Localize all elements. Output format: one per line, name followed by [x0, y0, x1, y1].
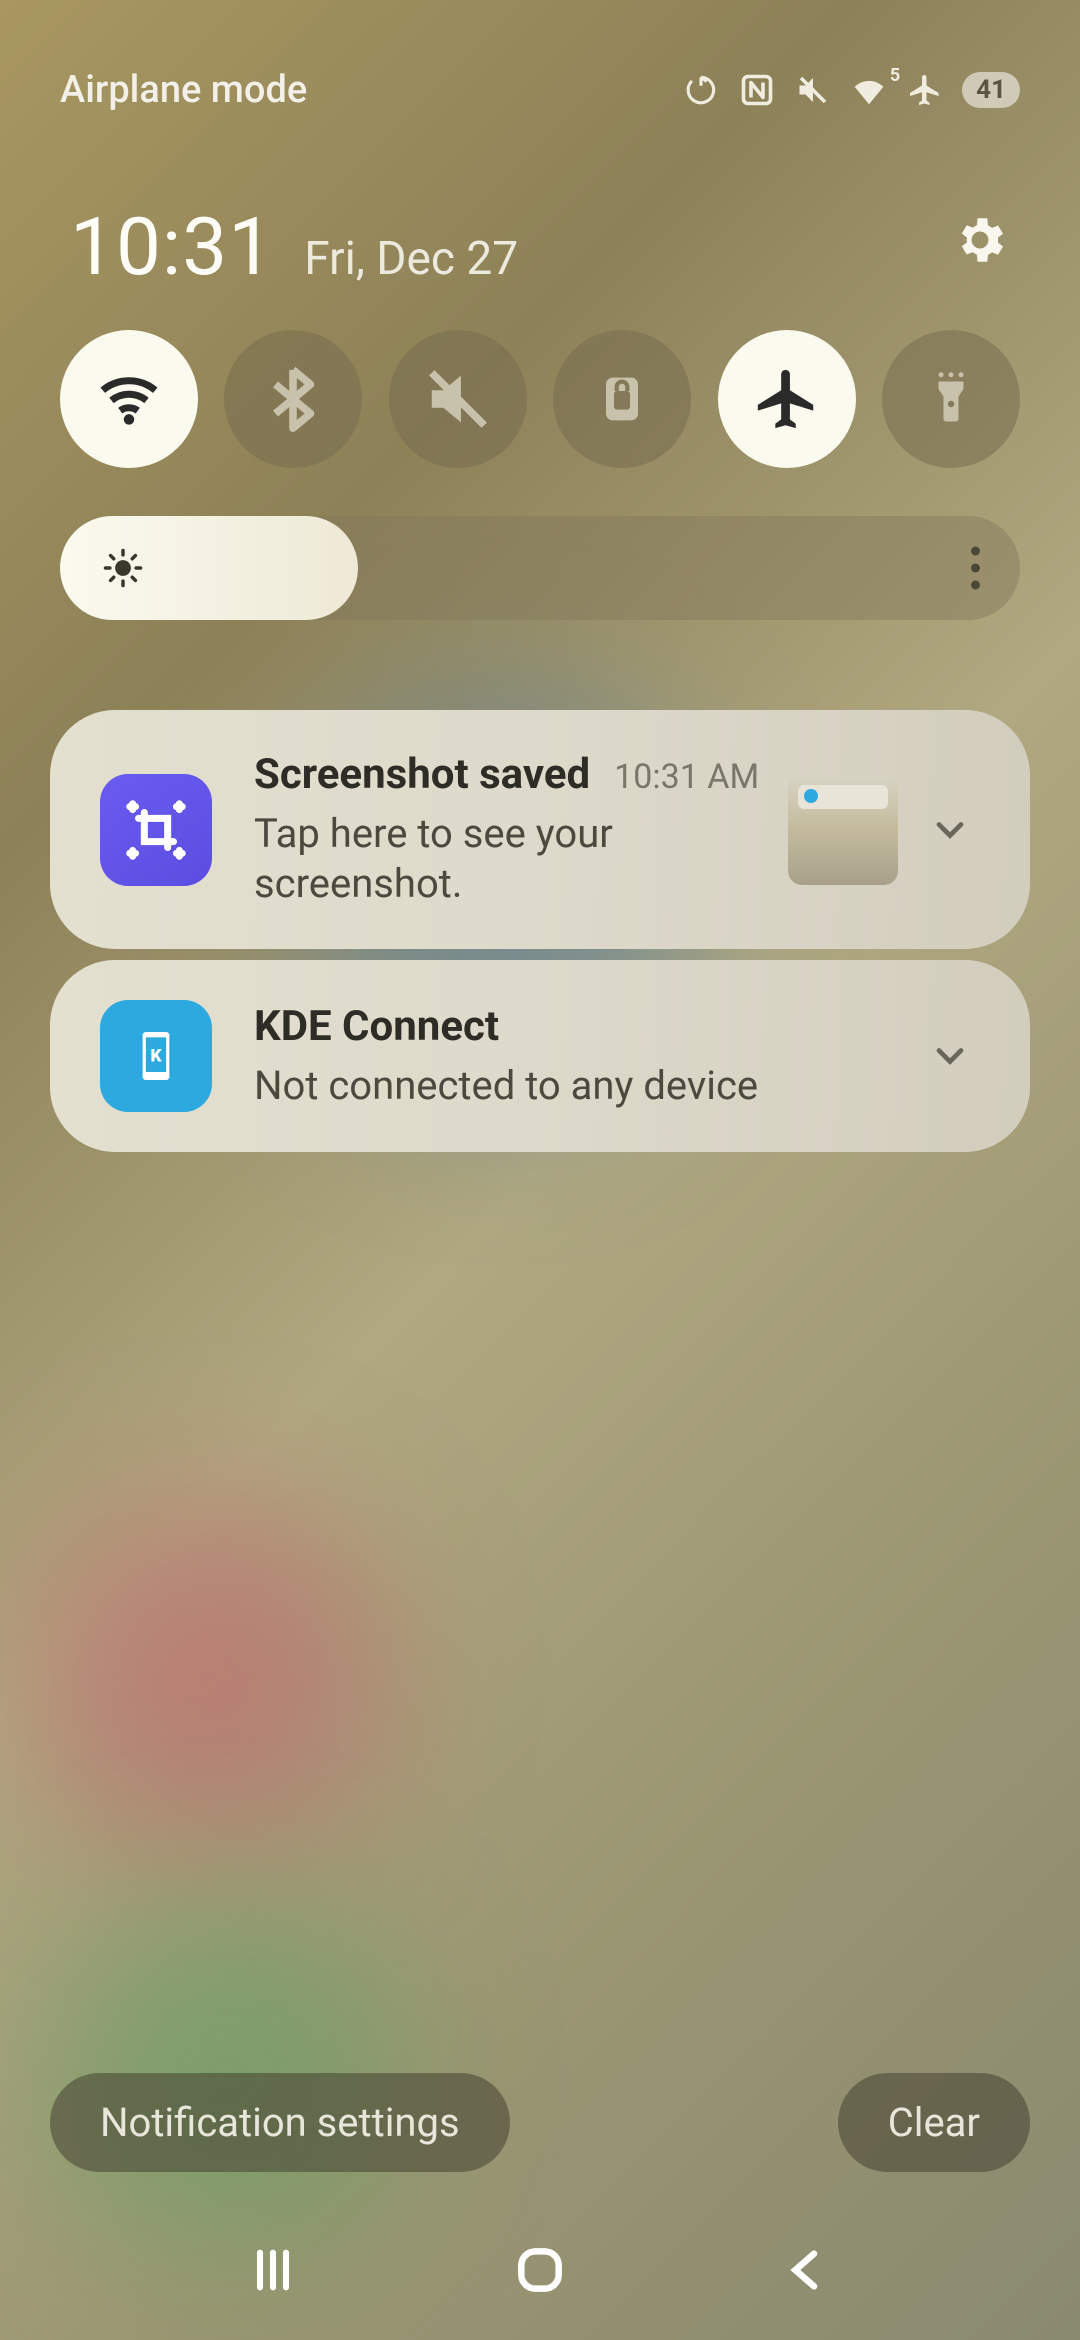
- notification-thumbnail[interactable]: [788, 775, 898, 885]
- qs-wifi-toggle[interactable]: [60, 330, 198, 468]
- notification-card[interactable]: Screenshot saved 10:31 AM Tap here to se…: [50, 710, 1030, 949]
- app-icon-screenshot: [100, 774, 212, 886]
- flashlight-icon: [921, 369, 981, 429]
- qs-rotation-lock-toggle[interactable]: [553, 330, 691, 468]
- status-icons: 5 41: [682, 71, 1020, 109]
- wifi-icon: [94, 364, 164, 434]
- chevron-down-icon: [928, 1034, 972, 1078]
- qs-airplane-toggle[interactable]: [718, 330, 856, 468]
- expand-button[interactable]: [920, 1026, 980, 1086]
- brightness-more-button[interactable]: [971, 547, 980, 590]
- carrier-label: Airplane mode: [60, 68, 307, 112]
- airplane-icon: [906, 71, 944, 109]
- mute-icon: [794, 71, 832, 109]
- qs-mute-toggle[interactable]: [389, 330, 527, 468]
- bluetooth-icon: [258, 364, 328, 434]
- bottom-actions: Notification settings Clear: [50, 2073, 1030, 2172]
- clock-time[interactable]: 10:31: [70, 200, 274, 294]
- qs-flashlight-toggle[interactable]: [882, 330, 1020, 468]
- svg-text:K: K: [150, 1046, 162, 1066]
- home-icon: [512, 2242, 568, 2298]
- notification-title: Screenshot saved: [254, 750, 590, 799]
- settings-button[interactable]: [950, 210, 1010, 270]
- notification-content: Screenshot saved 10:31 AM Tap here to se…: [254, 750, 760, 909]
- qs-bluetooth-toggle[interactable]: [224, 330, 362, 468]
- sync-icon: [682, 71, 720, 109]
- brightness-slider[interactable]: [60, 516, 1020, 620]
- notification-card[interactable]: K KDE Connect Not connected to any devic…: [50, 960, 1030, 1152]
- clock-date[interactable]: Fri, Dec 27: [304, 232, 518, 286]
- expand-button[interactable]: [920, 800, 980, 860]
- brightness-fill: [60, 516, 358, 620]
- notification-body: Tap here to see your screenshot.: [254, 809, 760, 909]
- sun-icon: [102, 547, 144, 589]
- wifi-icon: 5: [850, 71, 888, 109]
- notification-title: KDE Connect: [254, 1002, 499, 1051]
- airplane-icon: [752, 364, 822, 434]
- clear-button[interactable]: Clear: [838, 2073, 1030, 2172]
- navigation-bar: [0, 2200, 1080, 2340]
- back-icon: [779, 2242, 835, 2298]
- home-button[interactable]: [480, 2240, 600, 2300]
- app-icon-kdeconnect: K: [100, 1000, 212, 1112]
- speaker-mute-icon: [423, 364, 493, 434]
- notification-content: KDE Connect Not connected to any device: [254, 1002, 898, 1111]
- rotation-lock-icon: [590, 367, 654, 431]
- status-bar: Airplane mode 5 41: [0, 0, 1080, 180]
- panel-header: 10:31 Fri, Dec 27: [0, 200, 1080, 294]
- recents-icon: [243, 2244, 303, 2296]
- notification-body: Not connected to any device: [254, 1061, 898, 1111]
- back-button[interactable]: [747, 2240, 867, 2300]
- gear-icon: [951, 211, 1009, 269]
- notification-settings-button[interactable]: Notification settings: [50, 2073, 510, 2172]
- nfc-icon: [738, 71, 776, 109]
- battery-indicator: 41: [962, 72, 1020, 108]
- phone-icon: K: [124, 1024, 188, 1088]
- crop-icon: [121, 795, 191, 865]
- chevron-down-icon: [928, 808, 972, 852]
- quick-settings-row: [60, 330, 1020, 468]
- notification-time: 10:31 AM: [614, 757, 759, 797]
- recents-button[interactable]: [213, 2240, 333, 2300]
